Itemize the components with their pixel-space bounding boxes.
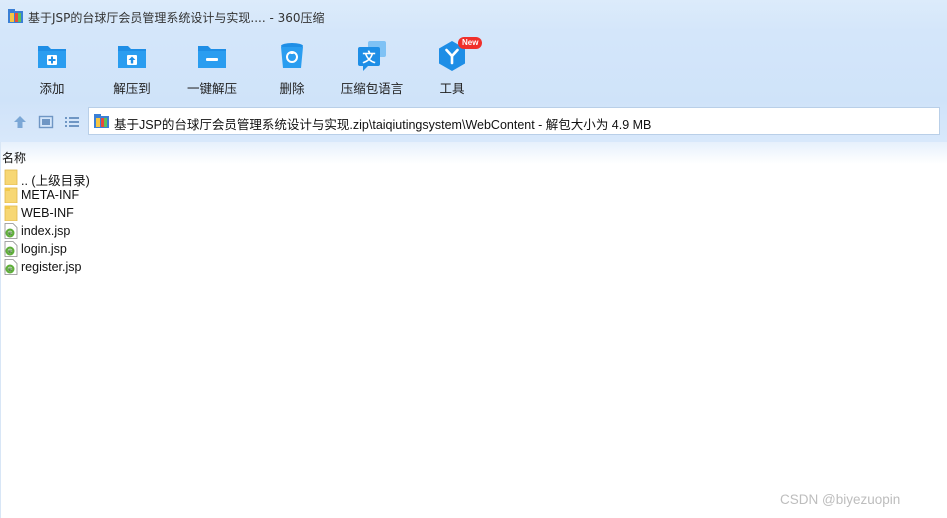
title-bar: 基于JSP的台球厅会员管理系统设计与实现.... - 360压缩 bbox=[0, 0, 947, 32]
file-name: WEB-INF bbox=[21, 206, 74, 220]
list-item-parent-directory[interactable]: .. (上级目录) bbox=[0, 168, 947, 188]
extract-to-button[interactable]: 解压到 bbox=[92, 40, 172, 100]
list-item[interactable]: WEB-INF bbox=[0, 204, 947, 222]
jsp-file-icon: e bbox=[4, 241, 18, 257]
navigation-bar: 基于JSP的台球厅会员管理系统设计与实现.zip\taiqiutingsyste… bbox=[0, 102, 947, 142]
list-item[interactable]: e login.jsp bbox=[0, 240, 947, 258]
svg-text:文: 文 bbox=[362, 50, 376, 66]
address-path: 基于JSP的台球厅会员管理系统设计与实现.zip\taiqiutingsyste… bbox=[114, 118, 652, 132]
svg-text:e: e bbox=[8, 266, 12, 273]
file-name: META-INF bbox=[21, 188, 80, 202]
list-item[interactable]: META-INF bbox=[0, 186, 947, 204]
svg-text:e: e bbox=[8, 248, 12, 255]
archive-app-icon bbox=[8, 9, 23, 23]
folder-icon bbox=[4, 187, 18, 203]
up-arrow-icon[interactable] bbox=[12, 114, 28, 130]
list-header: 名称 bbox=[0, 142, 947, 166]
one-click-extract-button[interactable]: 一键解压 bbox=[172, 40, 252, 100]
file-name: login.jsp bbox=[21, 242, 67, 256]
watermark-text: CSDN @biyezuopin bbox=[780, 492, 901, 507]
add-button[interactable]: 添加 bbox=[12, 40, 92, 100]
folder-icon bbox=[4, 169, 18, 185]
extract-to-label: 解压到 bbox=[113, 81, 151, 96]
tools-label: 工具 bbox=[439, 81, 465, 96]
add-label: 添加 bbox=[39, 81, 65, 96]
window-title: 基于JSP的台球厅会员管理系统设计与实现.... - 360压缩 bbox=[28, 11, 325, 25]
list-view-icon[interactable] bbox=[64, 114, 80, 130]
extract-to-icon bbox=[118, 46, 146, 68]
column-header-name[interactable]: 名称 bbox=[2, 149, 26, 166]
list-item[interactable]: e index.jsp bbox=[0, 222, 947, 240]
trash-icon bbox=[281, 43, 303, 68]
address-bar[interactable]: 基于JSP的台球厅会员管理系统设计与实现.zip\taiqiutingsyste… bbox=[88, 107, 940, 135]
file-name: index.jsp bbox=[21, 224, 71, 238]
archive-language-label: 压缩包语言 bbox=[340, 81, 404, 96]
archive-language-button[interactable]: 文 压缩包语言 bbox=[332, 40, 412, 100]
thumbnail-view-icon[interactable] bbox=[38, 114, 54, 130]
delete-label: 删除 bbox=[279, 81, 305, 96]
one-click-extract-icon bbox=[198, 46, 226, 68]
new-badge: New bbox=[458, 37, 483, 49]
language-icon: 文 bbox=[358, 41, 386, 71]
list-item[interactable]: e register.jsp bbox=[0, 258, 947, 276]
jsp-file-icon: e bbox=[4, 259, 18, 275]
add-folder-icon bbox=[38, 46, 66, 68]
file-list: .. (上级目录) META-INF WEB-INF e index.jsp e bbox=[0, 168, 947, 276]
delete-button[interactable]: 删除 bbox=[252, 40, 332, 100]
toolbar: 添加 解压到 一键解压 删除 文 压缩包语言 New 工具 bbox=[0, 32, 947, 102]
folder-icon bbox=[4, 205, 18, 221]
one-click-extract-label: 一键解压 bbox=[186, 81, 237, 96]
svg-text:e: e bbox=[8, 230, 12, 237]
file-name: register.jsp bbox=[21, 260, 82, 274]
archive-icon bbox=[94, 114, 109, 128]
jsp-file-icon: e bbox=[4, 223, 18, 239]
tools-button[interactable]: New 工具 bbox=[412, 37, 492, 100]
